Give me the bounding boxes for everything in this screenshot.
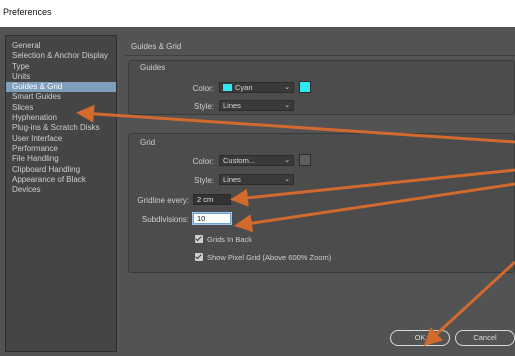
sidebar-item-guides-grid[interactable]: Guides & Grid [6, 82, 116, 93]
sidebar-item-selection-anchor-display[interactable]: Selection & Anchor Display [6, 51, 116, 61]
grid-panel: Grid Color: Custom... ⌄ Style: Lines ⌄ G… [128, 133, 515, 273]
grid-style-select[interactable]: Lines ⌄ [219, 174, 294, 185]
guides-color-label: Color: [192, 84, 214, 93]
sidebar-item-plugins-scratch-disks[interactable]: Plug-ins & Scratch Disks [6, 123, 116, 133]
chevron-down-icon: ⌄ [284, 157, 290, 164]
grids-in-back-label: Grids In Back [207, 235, 253, 244]
chevron-down-icon: ⌄ [284, 84, 290, 91]
cancel-button[interactable]: Cancel [455, 330, 515, 346]
page-title: Guides & Grid [131, 42, 182, 51]
sidebar-item-smart-guides[interactable]: Smart Guides [6, 92, 116, 102]
chevron-down-icon: ⌄ [284, 102, 290, 109]
window-title: Preferences [0, 0, 515, 27]
sidebar-item-clipboard-handling[interactable]: Clipboard Handling [6, 165, 116, 175]
grid-section-title: Grid [140, 138, 156, 147]
gridline-every-label: Gridline every: [137, 196, 189, 205]
sidebar-item-type[interactable]: Type [6, 62, 116, 72]
sidebar-item-appearance-of-black[interactable]: Appearance of Black [6, 175, 116, 185]
guides-color-swatch[interactable] [299, 81, 311, 93]
show-pixel-grid-label: Show Pixel Grid (Above 600% Zoom) [207, 253, 332, 262]
subdivisions-label: Subdivisions: [141, 215, 189, 224]
sidebar-item-slices[interactable]: Slices [6, 103, 116, 113]
preferences-sidebar: General Selection & Anchor Display Type … [5, 35, 117, 352]
sidebar-item-general[interactable]: General [6, 41, 116, 51]
grid-color-select[interactable]: Custom... ⌄ [219, 155, 294, 166]
ok-button[interactable]: OK [390, 330, 450, 346]
guides-style-value: Lines [223, 101, 241, 110]
checkbox-checked-icon [195, 235, 203, 243]
sidebar-item-performance[interactable]: Performance [6, 144, 116, 154]
sidebar-item-devices[interactable]: Devices [6, 185, 116, 195]
sidebar-item-units[interactable]: Units [6, 72, 116, 82]
show-pixel-grid-checkbox[interactable]: Show Pixel Grid (Above 600% Zoom) [195, 253, 331, 262]
grid-color-value: Custom... [223, 156, 256, 165]
guides-color-value: Cyan [235, 83, 253, 92]
checkbox-checked-icon [195, 253, 203, 261]
guides-panel: Guides Color: Cyan ⌄ Style: Lines ⌄ [128, 60, 515, 115]
guides-color-select[interactable]: Cyan ⌄ [219, 82, 294, 93]
guides-style-select[interactable]: Lines ⌄ [219, 100, 294, 111]
grid-color-label: Color: [192, 157, 214, 166]
chevron-down-icon: ⌄ [284, 176, 290, 183]
grid-style-value: Lines [223, 175, 241, 184]
guides-style-label: Style: [193, 102, 214, 111]
subdivisions-field[interactable]: 10 [193, 213, 231, 224]
title-divider [125, 55, 515, 56]
preferences-dialog: General Selection & Anchor Display Type … [0, 27, 515, 356]
grids-in-back-checkbox[interactable]: Grids In Back [195, 235, 252, 244]
sidebar-item-file-handling[interactable]: File Handling [6, 154, 116, 164]
sidebar-item-hyphenation[interactable]: Hyphenation [6, 113, 116, 123]
grid-color-swatch[interactable] [299, 154, 311, 166]
gridline-every-field[interactable]: 2 cm [193, 194, 231, 205]
grid-style-label: Style: [193, 176, 214, 185]
sidebar-item-user-interface[interactable]: User Interface [6, 134, 116, 144]
guides-section-title: Guides [140, 63, 166, 72]
cyan-swatch-icon [223, 84, 232, 91]
